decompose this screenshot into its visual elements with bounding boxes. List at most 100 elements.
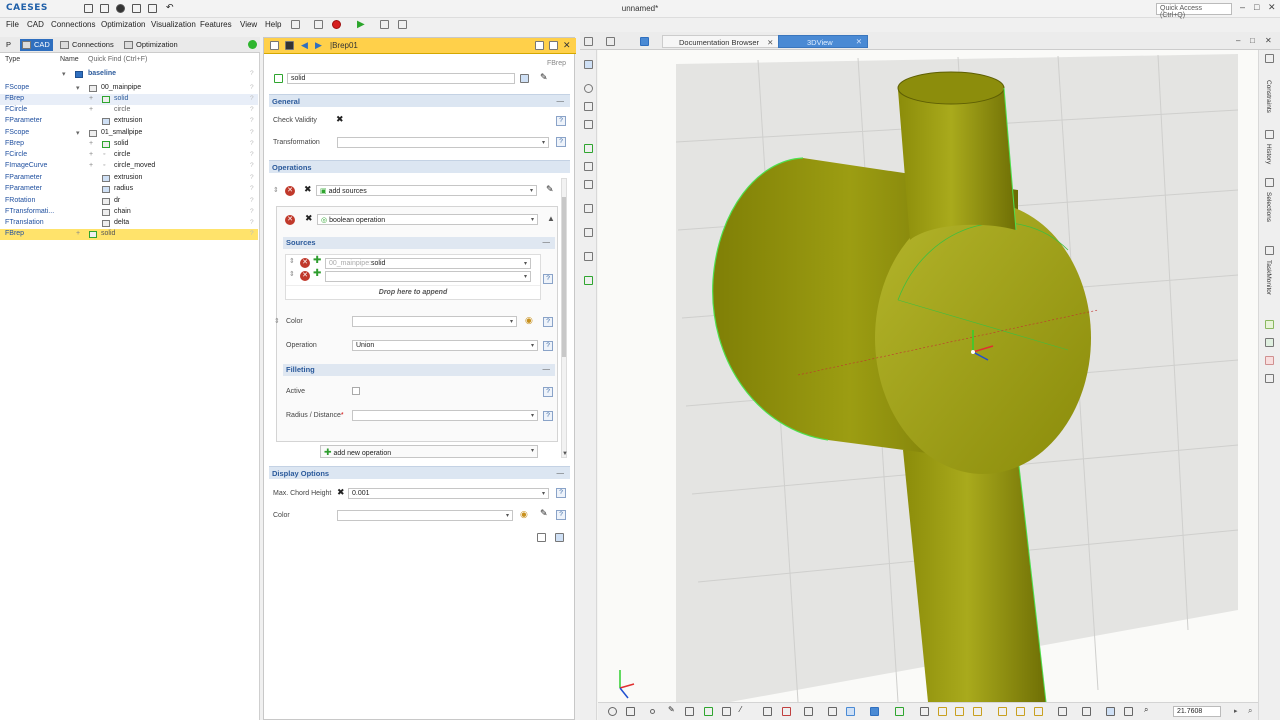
zoom-icon[interactable]: ⌕ [1144,705,1153,714]
close-tab-icon[interactable]: ✕ [856,37,862,46]
operations-scrollbar[interactable] [561,178,567,458]
drag-handle-icon[interactable]: ⇕ [289,257,295,265]
help-button[interactable]: ? [543,317,553,327]
run-icon[interactable]: ▶ [357,19,365,30]
person-icon[interactable] [398,20,407,29]
target-icon[interactable] [608,707,617,716]
remove-operation-icon[interactable]: ✕ [285,186,295,196]
wire-icon[interactable] [722,707,731,716]
collapse-icon[interactable]: — [557,468,565,477]
close-view-icon[interactable]: ✕ [1265,36,1272,45]
help-button[interactable]: ? [543,411,553,421]
close-icon[interactable]: ✕ [1268,2,1276,13]
radius-distance-field[interactable]: ▾ [352,410,538,421]
help-button[interactable]: ? [543,387,553,397]
feature-tool-icon[interactable] [584,276,593,285]
menu-optimization[interactable]: Optimization [101,20,145,29]
view-top-icon[interactable] [1016,707,1025,716]
edit-pencil-icon[interactable]: ✎ [540,72,548,83]
help-button[interactable]: ? [556,116,566,126]
grid-icon[interactable] [804,707,813,716]
line-tool-icon[interactable] [584,102,593,111]
check-validity-checkbox[interactable]: ✖ [336,114,344,125]
clip-icon[interactable] [782,707,791,716]
visibility-icon[interactable] [520,74,529,83]
stop-square-icon[interactable] [285,41,294,50]
float-icon[interactable] [549,41,558,50]
tree-row[interactable]: FTranslation delta ? [0,218,258,229]
operation-dropdown[interactable]: Union ▾ [352,340,538,351]
source-field-empty[interactable]: ▾ [325,271,531,282]
tab-3dview[interactable]: 3DView ✕ [778,35,868,48]
view-right-icon[interactable] [998,707,1007,716]
solid-tool-icon[interactable] [584,162,593,171]
help-button[interactable]: ? [556,488,566,498]
forward-arrow-icon[interactable]: ▶ [315,40,322,51]
color-picker-icon[interactable]: ◉ [520,509,528,520]
active-checkbox[interactable] [352,387,360,395]
snap-icon[interactable] [1124,707,1133,716]
tree-row[interactable]: FParameter extrusion ? [0,173,258,184]
grid-layout-icon[interactable] [606,37,615,46]
tree-row[interactable]: FScope ▾ 00_mainpipe ? [0,83,258,94]
menu-view[interactable]: View [240,20,257,29]
pin-icon[interactable]: P [3,39,14,51]
tree-row[interactable]: FImageCurve + ◦ circle_moved ? [0,161,258,172]
reset-icon[interactable] [537,533,546,542]
point-tool-icon[interactable] [584,84,593,93]
tree-row[interactable]: FBrep + solid ? [0,139,258,150]
stop-icon[interactable] [314,20,323,29]
window-icon[interactable] [640,37,649,46]
help-button[interactable]: ? [556,137,566,147]
rotate-icon[interactable] [920,707,929,716]
display-color-field[interactable]: ▾ [337,510,513,521]
color-field[interactable]: ▾ [352,316,517,327]
search-icon[interactable]: ⌕ [1248,706,1252,716]
help-button[interactable]: ? [556,510,566,520]
selections-tab[interactable]: Selections [1265,192,1272,222]
help-button[interactable]: ? [543,341,553,351]
back-arrow-icon[interactable]: ◀ [301,40,308,51]
minimize-icon[interactable]: – [1240,2,1245,12]
tree-row[interactable]: FBrep + solid ? [0,94,258,105]
section-icon[interactable] [828,707,837,716]
collapse-icon[interactable]: — [557,96,565,105]
view-left-icon[interactable] [973,707,982,716]
view-front-icon[interactable] [938,707,947,716]
mesh-tool-icon[interactable] [584,180,593,189]
minimize-view-icon[interactable]: – [1236,36,1240,45]
color-picker-icon[interactable]: ◉ [525,315,533,326]
red-swatch-icon[interactable] [1265,356,1274,365]
measure-tool-icon[interactable] [584,228,593,237]
selection-icon[interactable] [1265,178,1274,187]
cube-icon[interactable] [685,707,694,716]
scrollbar-thumb[interactable] [562,197,566,357]
tab-connections[interactable]: Connections [58,39,117,51]
quick-find-input[interactable]: Quick Find (Ctrl+F) [88,56,147,63]
pen-icon[interactable]: ✎ [668,705,677,714]
tree-row[interactable]: FParameter radius ? [0,184,258,195]
tab-optimization[interactable]: Optimization [122,39,181,51]
maximize-view-icon[interactable]: □ [1250,36,1255,45]
lock-icon[interactable] [270,41,279,50]
tree-row[interactable]: FRotation dr ? [0,196,258,207]
history-tab[interactable]: History [1265,144,1272,164]
tree-row[interactable]: FCircle + circle ? [0,105,258,116]
drop-hint[interactable]: Drop here to append [286,285,540,296]
menu-connections[interactable]: Connections [51,20,95,29]
abort-icon[interactable] [332,20,341,29]
operations-section-header[interactable]: Operations [269,160,570,173]
tab-documentation-browser[interactable]: Documentation Browser ✕ [662,35,781,48]
disable-operation-icon[interactable]: ✖ [305,213,313,224]
remove-source-icon[interactable]: ✕ [300,271,310,281]
add-source-icon[interactable]: ✚ [313,255,321,266]
transformation-field[interactable]: ▾ [337,137,549,148]
close-panel-icon[interactable]: ✕ [563,40,571,51]
lock-view-icon[interactable] [895,707,904,716]
tree-row[interactable]: FCircle + ◦ circle ? [0,150,258,161]
add-sources-dropdown[interactable]: ▣ add sources ▾ [316,185,537,196]
grid-toggle-icon[interactable] [1106,707,1115,716]
3d-canvas[interactable] [598,50,1258,702]
edit-pencil-icon[interactable]: ✎ [540,508,548,519]
close-tab-icon[interactable]: ✕ [767,38,773,47]
